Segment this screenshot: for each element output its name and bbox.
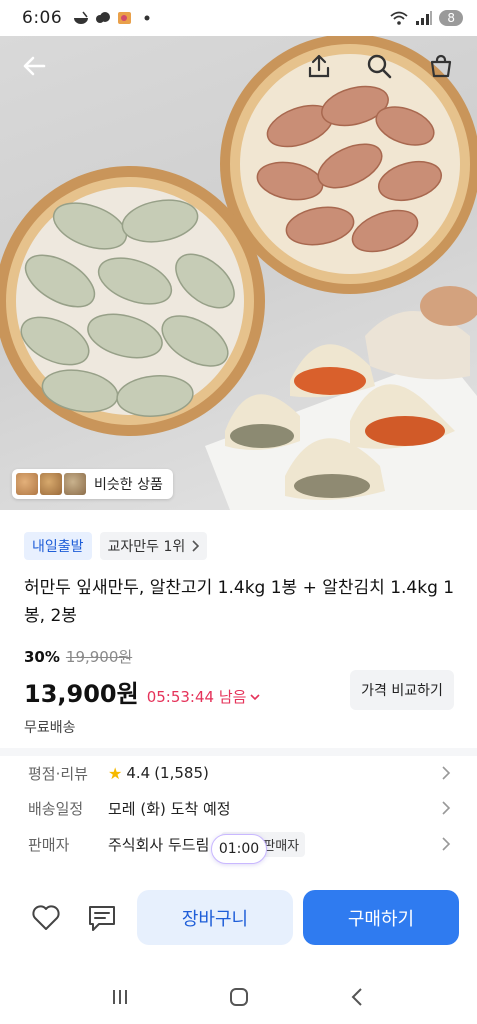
similar-thumb-1	[16, 473, 38, 495]
product-title: 허만두 잎새만두, 알찬고기 1.4kg 1봉 + 알찬김치 1.4kg 1봉,…	[24, 578, 455, 626]
bowl-notification-icon	[74, 11, 89, 24]
seller-name: 주식회사 두드림	[108, 835, 210, 854]
rating-value-group: ★ 4.4 (1,585)	[108, 764, 209, 783]
cart-icon[interactable]	[427, 52, 455, 80]
chevron-right-icon	[192, 540, 200, 552]
original-price: 19,900원	[65, 648, 133, 666]
countdown-text: 05:53:44 남음	[146, 688, 247, 706]
chevron-down-icon	[250, 693, 261, 700]
similar-thumb-2	[40, 473, 62, 495]
sale-countdown[interactable]: 05:53:44 남음	[147, 686, 261, 707]
rating-row[interactable]: 평점·리뷰 ★ 4.4 (1,585)	[28, 758, 458, 788]
section-divider	[0, 748, 477, 756]
status-time: 6:06	[22, 8, 63, 28]
home-icon[interactable]	[227, 985, 251, 1009]
delivery-key: 배송일정	[28, 799, 84, 818]
app-notification-icon	[118, 12, 132, 24]
sale-price: 13,900원	[24, 680, 139, 708]
discount-row: 30% 19,900원	[24, 646, 132, 667]
discount-rate: 30%	[24, 648, 60, 666]
similar-products-chip[interactable]: 비슷한 상품	[12, 469, 173, 499]
battery-indicator: 8	[439, 10, 463, 26]
status-bar: 6:06 8	[0, 0, 477, 36]
product-tags: 내일출발 교자만두 1위	[24, 532, 208, 560]
wifi-icon	[390, 11, 408, 25]
ranking-tag[interactable]: 교자만두 1위	[99, 532, 208, 560]
notification-icons	[72, 11, 156, 25]
chevron-right-icon	[442, 801, 451, 815]
price-compare-button[interactable]: 가격 비교하기	[350, 670, 454, 710]
status-right: 8	[389, 10, 463, 26]
buy-now-button[interactable]: 구매하기	[303, 890, 459, 945]
add-to-cart-button[interactable]: 장바구니	[137, 890, 293, 945]
system-nav-bar	[0, 970, 477, 1024]
star-icon: ★	[108, 763, 123, 783]
seller-key: 판매자	[28, 835, 70, 854]
chat-icon[interactable]	[86, 903, 118, 933]
recent-apps-icon[interactable]	[108, 985, 132, 1009]
seller-value-group: 주식회사 두드림 베스트판매자	[108, 831, 306, 857]
dot-notification-icon	[144, 15, 150, 21]
cloud-notification-icon	[96, 12, 111, 23]
search-icon[interactable]	[365, 52, 393, 80]
delivery-row[interactable]: 배송일정 모레 (화) 도착 예정	[28, 793, 458, 823]
share-icon[interactable]	[305, 52, 333, 80]
wishlist-heart-icon[interactable]	[30, 902, 62, 934]
review-count: (1,585)	[154, 764, 209, 782]
chevron-right-icon	[442, 837, 451, 851]
back-arrow-icon[interactable]	[20, 52, 48, 80]
similar-thumb-3	[64, 473, 86, 495]
back-icon[interactable]	[346, 985, 370, 1009]
delivery-value: 모레 (화) 도착 예정	[108, 799, 231, 818]
signal-icon	[416, 11, 433, 25]
similar-products-label: 비슷한 상품	[94, 477, 163, 493]
delivery-tag: 내일출발	[24, 532, 92, 560]
overlay-timer: 01:00	[211, 834, 267, 864]
dumpling-photo	[0, 36, 477, 510]
chevron-right-icon	[442, 766, 451, 780]
price-row: 13,900원 05:53:44 남음	[24, 674, 261, 709]
rating-key: 평점·리뷰	[28, 764, 88, 783]
shipping-info: 무료배송	[24, 720, 76, 736]
rating-value: 4.4	[126, 764, 151, 782]
ranking-tag-label: 교자만두 1위	[107, 539, 186, 555]
product-hero-image[interactable]: 비슷한 상품	[0, 36, 477, 510]
